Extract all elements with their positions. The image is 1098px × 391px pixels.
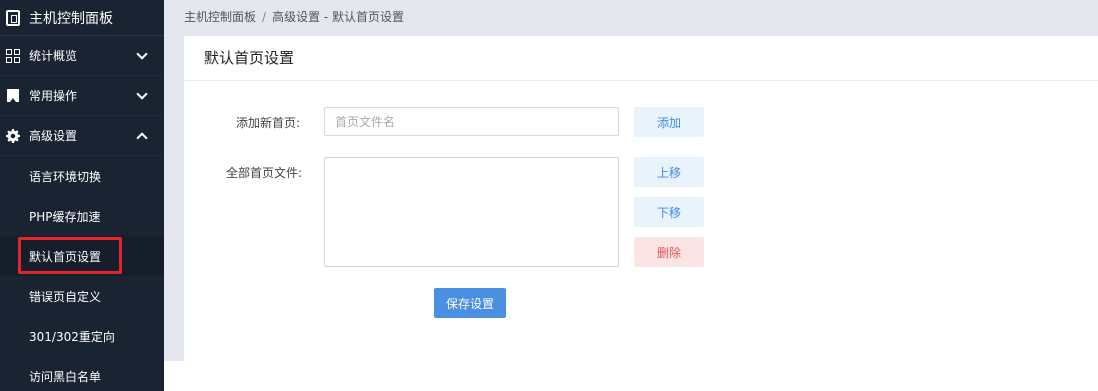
bookmark-icon [6, 89, 20, 103]
submenu-item-access-list[interactable]: 访问黑白名单 [0, 356, 164, 391]
submenu-item-label: 语言环境切换 [29, 169, 102, 184]
move-down-button[interactable]: 下移 [634, 197, 704, 227]
submenu-item-error-pages[interactable]: 错误页自定义 [0, 276, 164, 316]
add-index-label: 添加新首页: [235, 116, 300, 130]
submenu-item-label: PHP缓存加速 [29, 209, 101, 224]
submenu-item-redirect[interactable]: 301/302重定向 [0, 316, 164, 356]
breadcrumb-current: 高级设置 - 默认首页设置 [272, 10, 405, 24]
sidebar: 主机控制面板 统计概览 常用操作 高级设置 语言环境切换 PHP缓存加速 默认首… [0, 0, 164, 391]
breadcrumb-root[interactable]: 主机控制面板 [184, 10, 256, 24]
settings-panel: 默认首页设置 添加新首页: 添加 全部首页文件: 上移 下移 删除 保存设置 [184, 36, 1098, 391]
menu-group-label: 常用操作 [29, 89, 78, 103]
panel-title: 默认首页设置 [184, 36, 1098, 81]
chevron-up-icon [136, 131, 148, 144]
grid-icon [6, 48, 20, 63]
gear-icon [6, 128, 20, 143]
chevron-down-icon [136, 87, 148, 100]
chevron-down-icon [136, 47, 148, 60]
delete-button[interactable]: 删除 [634, 237, 704, 267]
menu-group-advanced[interactable]: 高级设置 [0, 116, 164, 156]
index-files-list[interactable] [324, 157, 619, 267]
submenu-item-label: 301/302重定向 [29, 329, 115, 344]
submenu-item-label: 访问黑白名单 [29, 369, 102, 384]
all-index-files-label: 全部首页文件: [225, 166, 302, 180]
index-filename-input[interactable] [324, 107, 619, 136]
breadcrumb: 主机控制面板 / 高级设置 - 默认首页设置 [184, 0, 404, 34]
submenu-item-php-cache[interactable]: PHP缓存加速 [0, 196, 164, 236]
menu-group-label: 统计概览 [29, 49, 78, 63]
menu-group-common-ops[interactable]: 常用操作 [0, 76, 164, 116]
breadcrumb-separator: / [262, 10, 267, 24]
content-background [164, 361, 184, 391]
submenu-item-language[interactable]: 语言环境切换 [0, 156, 164, 196]
submenu-item-label: 错误页自定义 [29, 289, 102, 304]
sidebar-header[interactable]: 主机控制面板 [0, 0, 164, 36]
sidebar-title: 主机控制面板 [29, 10, 113, 27]
menu-group-label: 高级设置 [29, 129, 78, 143]
menu-group-overview[interactable]: 统计概览 [0, 36, 164, 76]
add-button[interactable]: 添加 [634, 107, 704, 137]
move-up-button[interactable]: 上移 [634, 157, 704, 187]
submenu-item-default-index[interactable]: 默认首页设置 [0, 236, 164, 276]
save-settings-button[interactable]: 保存设置 [434, 288, 506, 318]
submenu-item-label: 默认首页设置 [29, 249, 102, 264]
server-icon [6, 9, 20, 26]
